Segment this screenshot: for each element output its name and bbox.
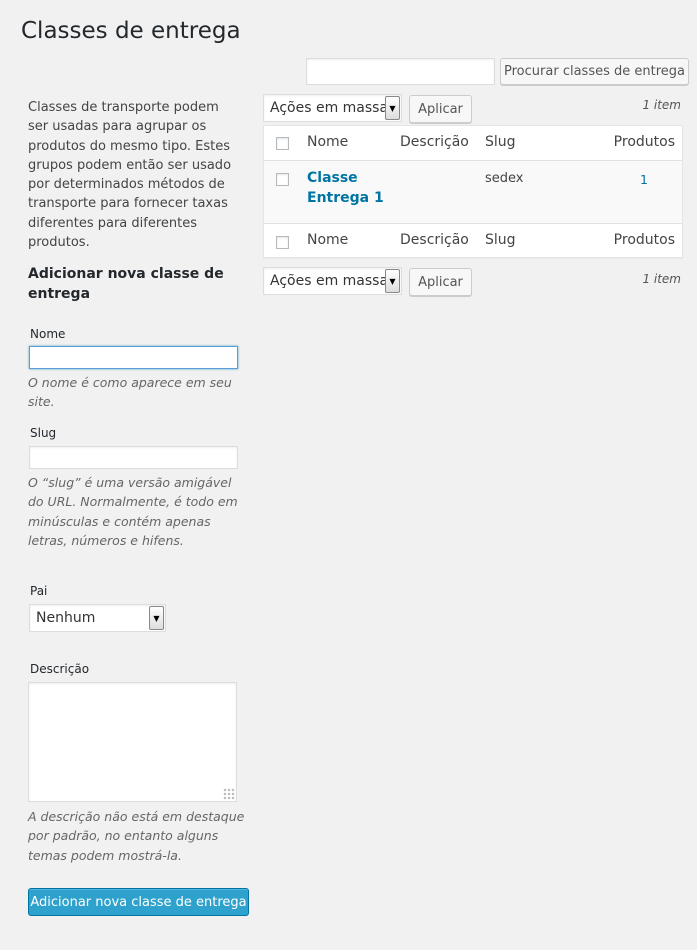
table-header: Nome Descrição Slug Produtos xyxy=(264,126,682,161)
item-count-top: 1 item xyxy=(642,98,681,112)
search-shipping-classes-button[interactable]: Procurar classes de entrega xyxy=(500,58,689,85)
name-field[interactable] xyxy=(29,346,238,369)
bulk-actions-value-bottom: Ações em massa xyxy=(270,273,389,289)
resize-handle-icon[interactable] xyxy=(223,788,235,800)
column-products-footer[interactable]: Produtos xyxy=(614,232,675,248)
column-description[interactable]: Descrição xyxy=(400,134,469,150)
slug-field[interactable] xyxy=(29,446,238,469)
description-label: Descrição xyxy=(30,662,90,676)
apply-button-top[interactable]: Aplicar xyxy=(409,95,472,123)
column-name-footer[interactable]: Nome xyxy=(307,232,348,248)
parent-select[interactable]: Nenhum ▼ xyxy=(29,604,166,632)
row-name-link[interactable]: Classe Entrega 1 xyxy=(307,169,387,208)
row-slug: sedex xyxy=(485,171,524,186)
add-shipping-class-button[interactable]: Adicionar nova classe de entrega xyxy=(28,888,249,916)
search-input[interactable] xyxy=(306,58,495,85)
column-description-footer[interactable]: Descrição xyxy=(400,232,469,248)
apply-button-bottom[interactable]: Aplicar xyxy=(409,268,472,296)
select-all-checkbox-footer[interactable] xyxy=(276,236,289,249)
slug-label: Slug xyxy=(30,426,57,440)
table-footer: Nome Descrição Slug Produtos xyxy=(264,223,682,258)
chevron-down-icon: ▼ xyxy=(149,606,164,630)
bulk-actions-select-bottom[interactable]: Ações em massa ▼ xyxy=(263,267,402,295)
column-slug[interactable]: Slug xyxy=(485,134,516,150)
row-products-link[interactable]: 1 xyxy=(640,172,648,187)
shipping-classes-table: Nome Descrição Slug Produtos Classe Entr… xyxy=(263,125,683,258)
item-count-bottom: 1 item xyxy=(642,272,681,286)
chevron-down-icon: ▼ xyxy=(385,269,400,293)
column-slug-footer[interactable]: Slug xyxy=(485,232,516,248)
slug-hint: O “slug” é uma versão amigável do URL. N… xyxy=(28,475,238,548)
intro-text: Classes de transporte podem ser usadas p… xyxy=(28,100,232,251)
parent-select-value: Nenhum xyxy=(36,610,96,626)
description-field[interactable] xyxy=(28,682,237,802)
table-row: Classe Entrega 1 sedex 1 xyxy=(264,161,682,223)
chevron-down-icon: ▼ xyxy=(385,96,400,120)
parent-label: Pai xyxy=(30,584,48,598)
name-hint: O nome é como aparece em seu site. xyxy=(28,375,232,410)
page-title: Classes de entrega xyxy=(21,18,241,44)
column-products[interactable]: Produtos xyxy=(614,134,675,150)
bulk-actions-value: Ações em massa xyxy=(270,100,389,116)
add-new-heading: Adicionar nova classe de entrega xyxy=(28,266,224,302)
name-label: Nome xyxy=(30,327,66,341)
row-checkbox[interactable] xyxy=(276,173,289,186)
description-hint: A descrição não está em destaque por pad… xyxy=(28,809,245,863)
select-all-checkbox[interactable] xyxy=(276,137,289,150)
bulk-actions-select-top[interactable]: Ações em massa ▼ xyxy=(263,94,402,122)
column-name[interactable]: Nome xyxy=(307,134,348,150)
